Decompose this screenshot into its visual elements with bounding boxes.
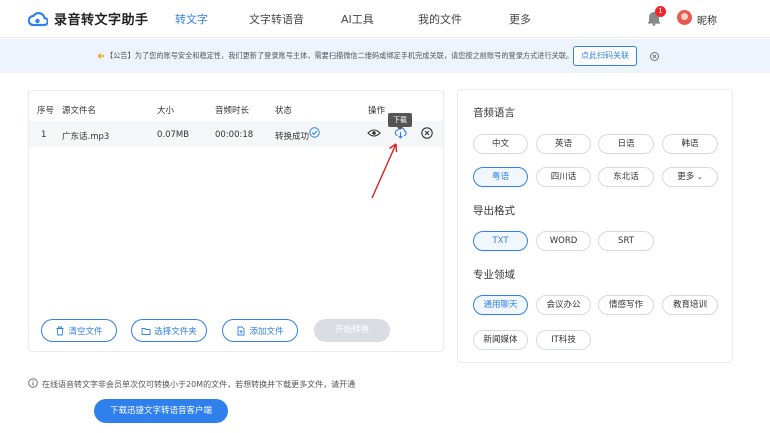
column-header-filename: 源文件名 bbox=[62, 106, 97, 116]
row-index: 1 bbox=[41, 130, 47, 140]
lang-chip-more[interactable]: 更多 ⌄ bbox=[662, 167, 718, 187]
professional-domain-title: 专业领域 bbox=[473, 269, 515, 281]
notification-badge: 1 bbox=[655, 6, 666, 17]
column-header-status: 状态 bbox=[275, 106, 293, 116]
close-icon[interactable] bbox=[650, 52, 659, 61]
file-list-panel: 序号 源文件名 大小 音频时长 状态 操作 1 广东话.mp3 0.07MB 0… bbox=[28, 90, 444, 352]
success-check-icon bbox=[309, 127, 320, 138]
format-chip-word[interactable]: WORD bbox=[536, 231, 591, 251]
top-navigation-bar: 录音转文字助手 转文字 文字转语音 AI工具 我的文件 更多 1 昵称 bbox=[0, 0, 770, 38]
format-chip-srt[interactable]: SRT bbox=[598, 231, 654, 251]
column-header-actions: 操作 bbox=[368, 106, 386, 116]
row-duration: 00:00:18 bbox=[215, 130, 254, 140]
folder-icon bbox=[141, 327, 151, 335]
nav-item-more[interactable]: 更多 bbox=[509, 11, 531, 27]
trash-icon bbox=[56, 326, 64, 335]
settings-panel: 音频语言 中文 英语 日语 韩语 粤语 四川话 东北话 更多 ⌄ 导出格式 TX… bbox=[457, 89, 733, 363]
delete-circle-icon[interactable] bbox=[421, 127, 433, 139]
info-icon bbox=[28, 378, 38, 388]
row-status: 转换成功 bbox=[275, 132, 310, 142]
column-header-duration: 音频时长 bbox=[215, 106, 250, 116]
add-file-label: 添加文件 bbox=[249, 326, 284, 337]
cloud-logo-icon bbox=[28, 11, 48, 26]
nav-item-my-files[interactable]: 我的文件 bbox=[418, 11, 462, 27]
add-file-icon bbox=[238, 326, 245, 335]
download-tooltip: 下载 bbox=[388, 113, 412, 130]
lang-chip-cantonese[interactable]: 粤语 bbox=[473, 167, 528, 187]
format-chip-txt[interactable]: TXT bbox=[473, 231, 528, 251]
clear-files-label: 清空文件 bbox=[68, 326, 103, 337]
start-convert-button[interactable]: 开始转换 bbox=[314, 319, 390, 342]
nav-item-speech-to-text[interactable]: 转文字 bbox=[175, 11, 208, 27]
app-title: 录音转文字助手 bbox=[54, 13, 149, 28]
row-filename: 广东话.mp3 bbox=[62, 132, 110, 142]
domain-chip-news-media[interactable]: 新闻媒体 bbox=[473, 330, 528, 350]
select-folder-button[interactable]: 选择文件夹 bbox=[131, 319, 207, 342]
column-header-size: 大小 bbox=[157, 106, 175, 116]
avatar[interactable] bbox=[677, 10, 692, 25]
domain-chip-emotional-writing[interactable]: 情感写作 bbox=[598, 295, 654, 315]
announcement-banner: 【公告】为了您的账号安全和稳定性，我们更新了登录账号主体，需要扫描微信二维码或绑… bbox=[0, 39, 770, 73]
domain-chip-meeting[interactable]: 会议办公 bbox=[536, 295, 591, 315]
lang-chip-english[interactable]: 英语 bbox=[536, 134, 591, 154]
megaphone-icon bbox=[98, 53, 104, 59]
scan-bind-button[interactable]: 点此扫码关联 bbox=[573, 46, 637, 66]
add-file-button[interactable]: 添加文件 bbox=[222, 319, 298, 342]
chevron-down-icon: ⌄ bbox=[696, 173, 703, 181]
clear-files-button[interactable]: 清空文件 bbox=[41, 319, 117, 342]
lang-chip-northeastern[interactable]: 东北话 bbox=[598, 167, 654, 187]
export-format-title: 导出格式 bbox=[473, 205, 515, 217]
membership-info-text: 在线语音转文字非会员单次仅可转换小于20M的文件，若想转换并下载更多文件，请开通 bbox=[42, 380, 356, 389]
lang-chip-sichuanese[interactable]: 四川话 bbox=[536, 167, 591, 187]
red-arrow-annotation bbox=[371, 143, 398, 199]
domain-chip-it-tech[interactable]: IT科技 bbox=[536, 330, 591, 350]
domain-chip-education[interactable]: 教育培训 bbox=[662, 295, 718, 315]
audio-language-title: 音频语言 bbox=[473, 107, 515, 119]
download-client-button[interactable]: 下载迅捷文字转语音客户端 bbox=[94, 399, 228, 423]
nav-item-text-to-speech[interactable]: 文字转语音 bbox=[249, 11, 304, 27]
lang-chip-japanese[interactable]: 日语 bbox=[598, 134, 654, 154]
row-size: 0.07MB bbox=[157, 130, 190, 140]
table-header: 序号 源文件名 大小 音频时长 状态 操作 bbox=[29, 91, 443, 121]
lang-more-label: 更多 bbox=[677, 172, 695, 182]
app-logo[interactable]: 录音转文字助手 bbox=[28, 9, 149, 28]
select-folder-label: 选择文件夹 bbox=[154, 326, 197, 337]
column-header-index: 序号 bbox=[37, 106, 55, 116]
lang-chip-chinese[interactable]: 中文 bbox=[473, 134, 528, 154]
lang-chip-korean[interactable]: 韩语 bbox=[662, 134, 718, 154]
domain-chip-general-chat[interactable]: 通用聊天 bbox=[473, 295, 528, 315]
user-nickname[interactable]: 昵称 bbox=[697, 12, 717, 27]
announcement-text: 【公告】为了您的账号安全和稳定性，我们更新了登录账号主体，需要扫描微信二维码或绑… bbox=[106, 51, 574, 60]
nav-item-ai-tools[interactable]: AI工具 bbox=[341, 11, 374, 27]
